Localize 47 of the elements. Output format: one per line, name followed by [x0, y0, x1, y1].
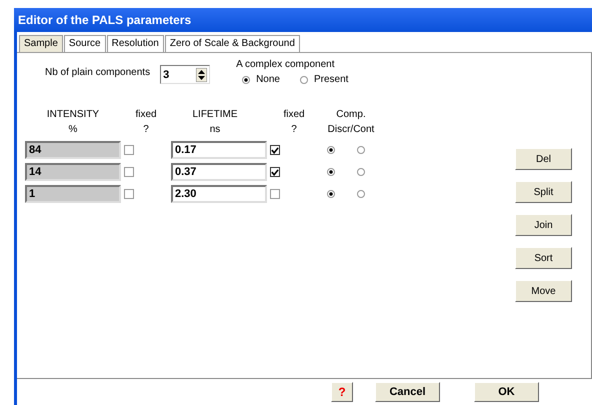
radio-button[interactable] — [327, 146, 335, 154]
tab[interactable]: Source — [64, 35, 106, 52]
lifetime-field[interactable]: 0.37 — [171, 163, 267, 181]
column-header: Comp. — [336, 109, 366, 120]
column-header: LIFETIME — [192, 109, 238, 120]
side-button[interactable]: Del — [515, 148, 572, 170]
field-label: Nb of plain components — [45, 67, 150, 78]
side-button[interactable]: Split — [515, 181, 572, 203]
column-header: fixed — [283, 109, 305, 120]
dialog-button[interactable]: Cancel — [375, 382, 440, 402]
radio-option[interactable]: Present — [300, 74, 348, 85]
checkbox[interactable] — [270, 145, 280, 155]
side-button[interactable]: Move — [515, 280, 572, 302]
radio-button[interactable] — [357, 190, 365, 198]
radio-option[interactable]: None — [242, 74, 280, 85]
window-title: Editor of the PALS parameters — [14, 8, 592, 32]
column-unit: % — [68, 124, 78, 135]
intensity-field[interactable]: 1 — [25, 185, 121, 203]
side-button[interactable]: Join — [515, 214, 572, 236]
column-unit: ? — [143, 124, 149, 135]
intensity-field[interactable]: 14 — [25, 163, 121, 181]
radio-button[interactable] — [357, 168, 365, 176]
checkbox[interactable] — [270, 167, 280, 177]
checkbox[interactable] — [124, 145, 134, 155]
tab[interactable]: Sample — [19, 35, 63, 52]
spinner-arrows-icon[interactable] — [196, 68, 208, 82]
tab[interactable]: Zero of Scale & Background — [164, 35, 300, 52]
lifetime-field[interactable]: 2.30 — [171, 185, 267, 203]
lifetime-field[interactable]: 0.17 — [171, 141, 267, 159]
intensity-field[interactable]: 84 — [25, 141, 121, 159]
checkbox[interactable] — [270, 189, 280, 199]
column-unit: ns — [210, 124, 220, 135]
column-header: fixed — [135, 109, 157, 120]
side-button[interactable]: Sort — [515, 247, 572, 269]
column-header: INTENSITY — [46, 109, 100, 120]
spin-field[interactable]: 3 — [160, 65, 210, 84]
group-label: A complex component — [236, 59, 336, 70]
column-unit: Discr/Cont — [328, 124, 374, 135]
checkbox[interactable] — [124, 167, 134, 177]
column-unit: ? — [291, 124, 297, 135]
checkbox[interactable] — [124, 189, 134, 199]
radio-button[interactable] — [327, 190, 335, 198]
tab[interactable]: Resolution — [106, 35, 164, 52]
radio-button[interactable] — [357, 146, 365, 154]
help-button[interactable]: ? — [331, 382, 353, 402]
radio-button[interactable] — [327, 168, 335, 176]
dialog-button[interactable]: OK — [474, 382, 539, 402]
